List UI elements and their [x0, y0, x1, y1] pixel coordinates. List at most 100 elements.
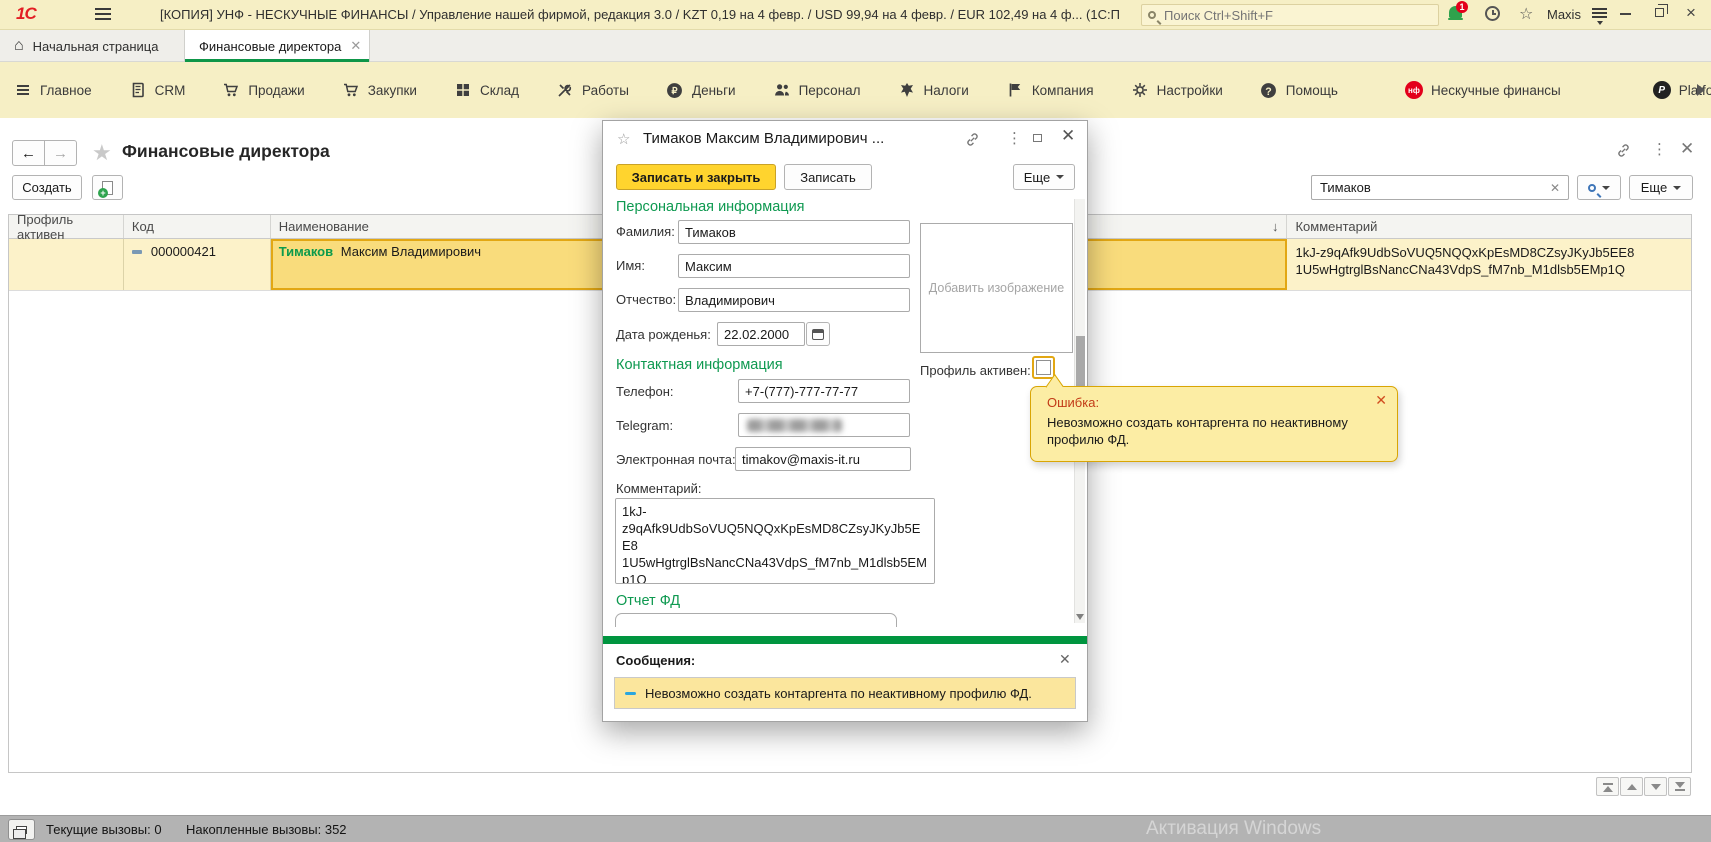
profile-active-checkbox[interactable] — [1036, 360, 1051, 375]
form-close-icon[interactable]: ✕ — [1680, 139, 1694, 159]
ribbon-item-taxes[interactable]: Налоги — [898, 81, 969, 99]
add-image-area[interactable]: Добавить изображение — [920, 223, 1073, 353]
tab-close-icon[interactable]: ✕ — [350, 38, 361, 54]
service-menu-icon[interactable] — [1592, 8, 1607, 20]
cell-comment[interactable]: 1kJ-z9qAfk9UdbSoVUQ5NQQxKpEsMD8CZsyJKyJb… — [1287, 239, 1691, 290]
search-button[interactable] — [1577, 175, 1621, 200]
user-menu[interactable]: Maxis — [1547, 7, 1581, 22]
question-icon: ? — [1260, 81, 1278, 99]
ribbon-item-purchases[interactable]: Закупки — [342, 81, 417, 99]
ribbon-scroll-right-icon[interactable] — [1697, 84, 1705, 96]
performance-indicator-button[interactable] — [8, 819, 35, 840]
scrollbar-down-icon[interactable] — [1076, 614, 1084, 620]
window-titlebar: 1С [КОПИЯ] УНФ - НЕСКУЧНЫЕ ФИНАНСЫ / Упр… — [0, 0, 1711, 30]
scroll-up-button[interactable] — [1620, 777, 1643, 796]
messages-splitter[interactable] — [603, 636, 1087, 644]
phone-field-box — [738, 379, 910, 403]
chevron-down-icon — [1673, 186, 1681, 190]
create-by-copy-button[interactable] — [92, 175, 123, 200]
ribbon-item-warehouse[interactable]: Склад — [454, 81, 519, 99]
error-tooltip: Ошибка: Невозможно создать контаргента п… — [1030, 386, 1398, 462]
save-button[interactable]: Записать — [784, 164, 872, 190]
search-match-highlight: Тимаков — [279, 244, 333, 259]
favorite-star-icon[interactable]: ★ — [92, 140, 112, 166]
tab-financial-directors[interactable]: Финансовые директора ✕ — [184, 30, 370, 62]
fd-report-link[interactable]: Отчет ФД — [616, 593, 680, 609]
window-title: [КОПИЯ] УНФ - НЕСКУЧНЫЕ ФИНАНСЫ / Управл… — [160, 7, 1120, 22]
column-header-comment[interactable]: Комментарий — [1287, 215, 1691, 238]
error-message-item[interactable]: Невозможно создать контаргента по неакти… — [614, 677, 1076, 709]
ribbon-item-personnel[interactable]: Персонал — [773, 81, 861, 99]
comment-textarea[interactable]: 1kJ-z9qAfk9UdbSoVUQ5NQQxKpEsMD8CZsyJKyJb… — [615, 498, 935, 584]
email-field[interactable] — [736, 448, 910, 470]
scroll-first-button[interactable] — [1596, 777, 1619, 796]
get-link-icon[interactable] — [1616, 143, 1631, 161]
ribbon-item-help[interactable]: ? Помощь — [1260, 81, 1338, 99]
get-link-icon[interactable] — [965, 132, 980, 150]
email-field-box — [735, 447, 911, 471]
form-more-icon[interactable]: ⋮ — [1652, 140, 1667, 158]
ribbon-item-sales[interactable]: Продажи — [222, 81, 304, 99]
notifications-bell-icon[interactable]: 1 — [1448, 5, 1464, 21]
close-window-button[interactable]: × — [1686, 3, 1696, 23]
clear-search-icon[interactable]: ✕ — [1542, 181, 1568, 195]
dialog-close-icon[interactable]: ✕ — [1061, 126, 1075, 146]
ribbon-item-crm[interactable]: CRM — [129, 81, 186, 99]
forward-button[interactable]: → — [44, 140, 77, 166]
ribbon-item-money[interactable]: ₽ Деньги — [666, 81, 736, 99]
calendar-picker-button[interactable] — [806, 322, 830, 346]
ribbon-item-neskuchnye-finansy[interactable]: нф Нескучные финансы — [1405, 81, 1561, 99]
list-more-button[interactable]: Еще — [1629, 175, 1693, 200]
dialog-more-button[interactable]: Еще — [1013, 164, 1075, 190]
lastname-field[interactable] — [679, 221, 909, 243]
history-icon[interactable] — [1485, 6, 1500, 21]
accumulated-calls-text: Накопленные вызовы: 352 — [186, 822, 347, 837]
current-calls-text: Текущие вызовы: 0 — [46, 822, 162, 837]
scroll-last-button[interactable] — [1668, 777, 1691, 796]
global-search-input[interactable] — [1162, 7, 1432, 24]
messages-close-icon[interactable]: ✕ — [1059, 651, 1071, 668]
column-header-code[interactable]: Код — [124, 215, 271, 238]
monitors-icon — [16, 826, 27, 834]
section-personal-info: Персональная информация — [616, 199, 805, 215]
favorite-star-icon[interactable]: ☆ — [617, 130, 630, 148]
main-menu-icon[interactable] — [95, 8, 111, 21]
favorites-star-icon[interactable]: ☆ — [1519, 4, 1533, 24]
phone-field[interactable] — [739, 380, 909, 402]
telegram-field-box — [738, 413, 910, 437]
global-search-box[interactable] — [1141, 4, 1439, 26]
save-and-close-button[interactable]: Записать и закрыть — [616, 164, 776, 190]
nf-brand-icon: нф — [1405, 81, 1423, 99]
back-button[interactable]: ← — [12, 140, 45, 166]
column-header-profile-active[interactable]: Профиль активен — [9, 215, 124, 238]
ribbon-item-main[interactable]: Главное — [14, 81, 92, 99]
scroll-down-button[interactable] — [1644, 777, 1667, 796]
dialog-title: Тимаков Максим Владимирович ... — [643, 130, 884, 147]
minimize-button[interactable] — [1620, 13, 1631, 15]
gear-icon — [1131, 81, 1149, 99]
cell-profile-active[interactable] — [9, 239, 124, 290]
create-button[interactable]: Создать — [12, 175, 82, 200]
ribbon-item-settings[interactable]: Настройки — [1131, 81, 1223, 99]
tooltip-close-icon[interactable]: ✕ — [1375, 392, 1387, 409]
tab-home-page[interactable]: ⌂ Начальная страница — [0, 30, 182, 62]
messages-label: Сообщения: — [616, 653, 695, 668]
list-search-input[interactable] — [1312, 180, 1542, 195]
comment-label: Комментарий: — [616, 481, 702, 496]
telegram-label: Telegram: — [616, 418, 673, 433]
ribbon-item-works[interactable]: Работы — [556, 81, 629, 99]
dialog-maximize-icon[interactable] — [1033, 134, 1042, 142]
cell-code[interactable]: 000000421 — [124, 239, 271, 290]
notification-badge: 1 — [1456, 1, 1468, 13]
profile-active-label: Профиль активен: — [920, 363, 1031, 378]
middlename-field[interactable] — [679, 289, 909, 311]
record-marker-icon — [132, 250, 142, 254]
ribbon-item-company[interactable]: Компания — [1006, 81, 1094, 99]
grid-boxes-icon — [454, 81, 472, 99]
birthdate-field[interactable] — [718, 323, 804, 345]
dialog-more-icon[interactable]: ⋮ — [1007, 129, 1022, 147]
list-search-box[interactable]: ✕ — [1311, 175, 1569, 200]
firstname-field[interactable] — [679, 255, 909, 277]
lastname-label: Фамилия: — [616, 224, 675, 239]
maximize-button[interactable] — [1655, 8, 1664, 17]
